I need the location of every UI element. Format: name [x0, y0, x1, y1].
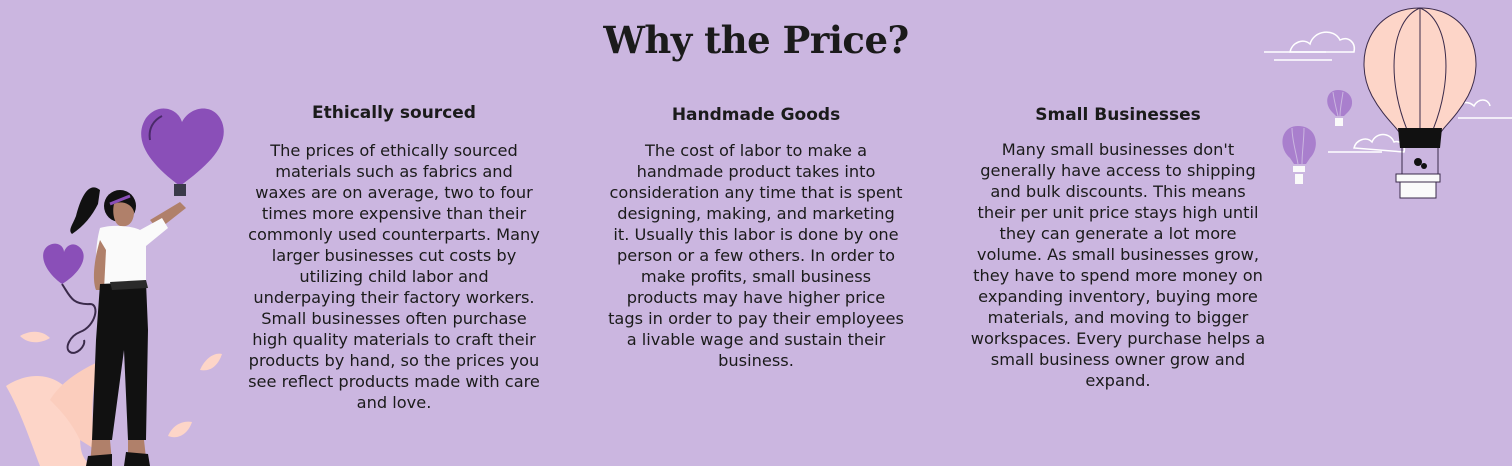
column-small-businesses: Small Businesses Many small businesses d…: [970, 105, 1266, 391]
column-heading: Handmade Goods: [671, 105, 841, 125]
column-heading: Ethically sourced: [312, 103, 476, 123]
column-body: Many small businesses don't generally ha…: [970, 140, 1266, 390]
hot-air-balloons-illustration: [1264, 7, 1512, 199]
column-body: The prices of ethically sourced material…: [248, 141, 540, 412]
woman-with-heart-balloons-illustration: [6, 108, 224, 466]
column-heading: Small Businesses: [1035, 105, 1201, 125]
column-ethically-sourced: Ethically sourced The prices of ethicall…: [248, 103, 540, 413]
column-body: The cost of labor to make a handmade pro…: [608, 141, 904, 370]
column-handmade-goods: Handmade Goods The cost of labor to make…: [608, 105, 904, 371]
